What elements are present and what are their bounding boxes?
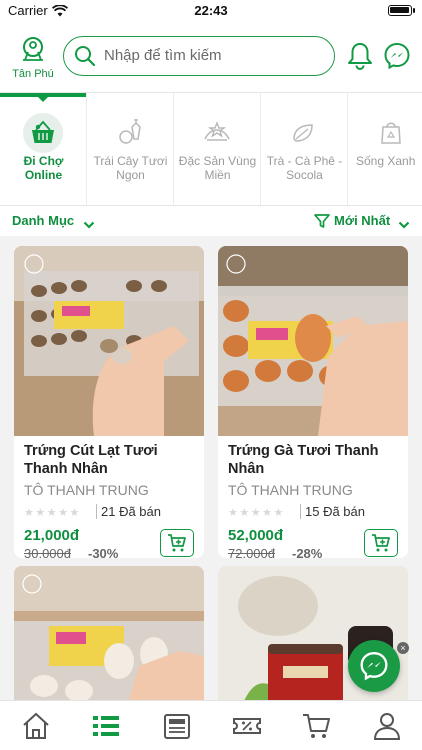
user-icon xyxy=(373,713,401,740)
product-card[interactable]: Trứng Cút Lạt Tươi Thanh Nhân TÔ THANH T… xyxy=(14,246,204,558)
rating-stars-icon: ★★★★★ xyxy=(24,507,81,519)
cart-icon xyxy=(303,714,330,738)
list-icon xyxy=(93,716,119,736)
messenger-button[interactable] xyxy=(383,42,411,75)
chat-float-button[interactable] xyxy=(348,640,400,692)
product-card[interactable] xyxy=(14,566,204,700)
search-bar[interactable] xyxy=(63,36,335,76)
bell-icon xyxy=(348,43,372,70)
newspaper-icon xyxy=(164,714,190,739)
product-image xyxy=(218,246,408,436)
filter-funnel-icon xyxy=(314,213,330,234)
category-tab-song-xanh[interactable]: Sống Xanh xyxy=(348,93,422,205)
messenger-icon xyxy=(360,651,388,681)
search-icon xyxy=(75,46,96,67)
clock-label: 22:43 xyxy=(194,3,228,18)
sold-count: 21 Đã bán xyxy=(101,504,161,519)
discount-badge: -28% xyxy=(292,546,323,558)
product-grid: Trứng Cút Lạt Tươi Thanh Nhân TÔ THANH T… xyxy=(0,236,422,700)
sold-count: 15 Đã bán xyxy=(305,504,365,519)
product-image xyxy=(14,566,204,700)
divider xyxy=(96,504,97,519)
search-input[interactable] xyxy=(104,37,326,74)
bottom-navigation xyxy=(0,700,422,750)
leaf-icon xyxy=(284,113,324,153)
category-tab-tra-ca-phe[interactable]: Trà - Cà Phê - Socola xyxy=(261,93,348,205)
nav-home[interactable] xyxy=(16,709,56,743)
add-to-cart-button[interactable] xyxy=(160,529,194,557)
product-image xyxy=(14,246,204,436)
header: Tân Phú xyxy=(0,22,422,92)
shop-name: TÔ THANH TRUNG xyxy=(24,482,149,498)
notification-button[interactable] xyxy=(345,41,375,76)
category-label: Đặc Sản Vùng Miền xyxy=(178,154,257,182)
divider xyxy=(300,504,301,519)
nav-cart[interactable] xyxy=(297,709,337,743)
category-label: Sống Xanh xyxy=(356,154,416,168)
nav-categories[interactable] xyxy=(86,709,126,743)
add-cart-icon xyxy=(372,534,390,552)
category-tab-trai-cay[interactable]: Trái Cây Tươi Ngon xyxy=(87,93,174,205)
category-tabs: Đi Chợ Online Trái Cây Tươi Ngon Đặc Sản… xyxy=(0,92,422,206)
category-label: Trái Cây Tươi Ngon xyxy=(93,154,168,182)
location-label: Tân Phú xyxy=(12,68,54,80)
add-cart-icon xyxy=(168,534,186,552)
home-icon xyxy=(23,712,49,739)
messenger-icon xyxy=(384,42,410,70)
product-name: Trứng Gà Tươi Thanh Nhân xyxy=(228,443,379,477)
nav-vouchers[interactable] xyxy=(227,709,267,743)
location-pin-icon xyxy=(23,37,43,61)
category-tab-di-cho-online[interactable]: Đi Chợ Online xyxy=(0,93,87,205)
nav-news[interactable] xyxy=(157,709,197,743)
status-bar: Carrier 22:43 xyxy=(0,0,422,22)
product-price: 52,000đ xyxy=(228,527,284,544)
original-price: 72,000đ xyxy=(228,546,275,558)
close-icon[interactable]: × xyxy=(397,642,409,654)
product-price: 21,000đ xyxy=(24,527,80,544)
category-label: Trà - Cà Phê - Socola xyxy=(266,154,343,182)
sort-button[interactable]: Mới Nhất xyxy=(334,213,390,228)
rating-stars-icon: ★★★★★ xyxy=(228,507,285,519)
original-price: 30,000đ xyxy=(24,546,71,558)
category-label: Đi Chợ Online xyxy=(23,154,64,182)
chevron-down-icon xyxy=(398,216,410,234)
category-tab-dac-san[interactable]: Đặc Sản Vùng Miền xyxy=(174,93,261,205)
battery-icon xyxy=(388,5,415,16)
sort-filter-row: Danh Mục Mới Nhất xyxy=(0,207,422,236)
shop-name: TÔ THANH TRUNG xyxy=(228,482,353,498)
product-card[interactable]: Trứng Gà Tươi Thanh Nhân TÔ THANH TRUNG … xyxy=(218,246,408,558)
fruit-icon xyxy=(110,113,150,153)
discount-badge: -30% xyxy=(88,546,119,558)
product-name: Trứng Cút Lạt Tươi Thanh Nhân xyxy=(24,443,158,477)
voucher-icon xyxy=(233,718,261,734)
basket-icon xyxy=(23,113,63,153)
add-to-cart-button[interactable] xyxy=(364,529,398,557)
chevron-down-icon xyxy=(83,216,95,234)
star-badge-icon xyxy=(197,113,237,153)
recycle-bag-icon xyxy=(371,113,411,153)
nav-account[interactable] xyxy=(367,709,407,743)
category-filter-button[interactable]: Danh Mục xyxy=(12,213,74,228)
location-button[interactable]: Tân Phú xyxy=(8,36,58,80)
